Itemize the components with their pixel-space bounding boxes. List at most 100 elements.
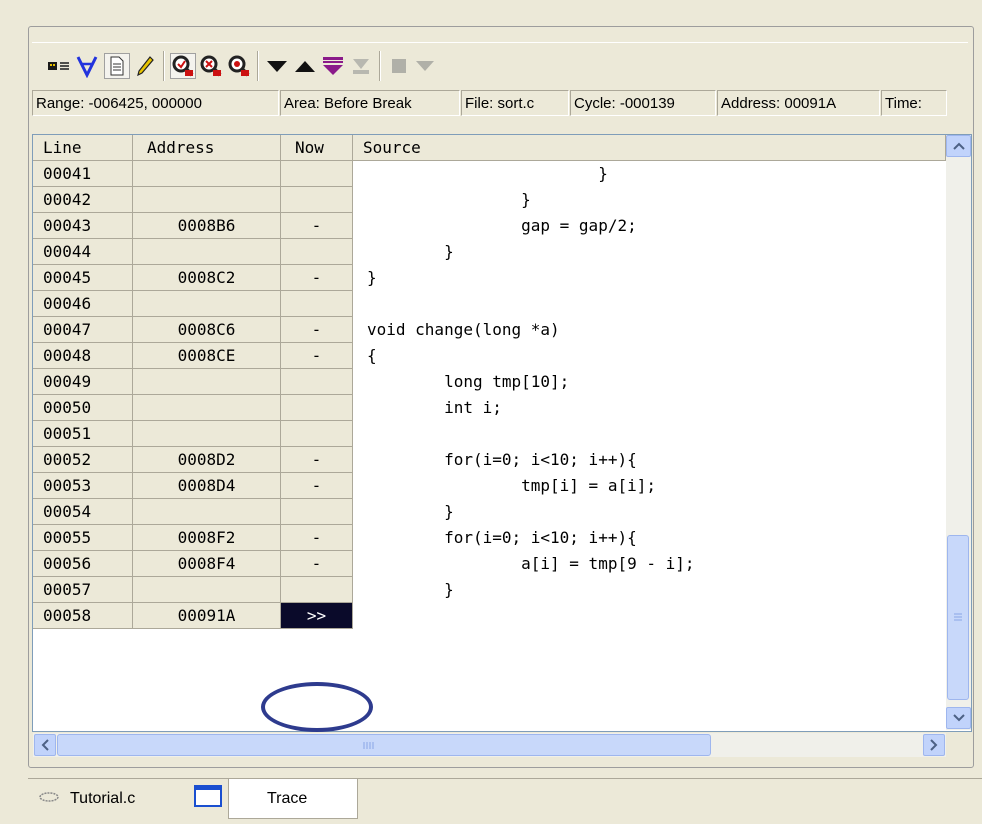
line-cell: 00053 [33, 473, 133, 499]
status-file: File: sort.c [461, 90, 569, 116]
trace-settings-icon[interactable] [46, 53, 72, 79]
trace-grid: Line Address Now Source 00041 } 00042 } 00… [32, 134, 972, 732]
stop-trace-icon[interactable] [198, 53, 224, 79]
scroll-right-button[interactable] [923, 734, 945, 756]
horizontal-scrollbar[interactable] [33, 733, 946, 757]
table-row[interactable]: 00052 0008D2- for(i=0; i<10; i++){ [33, 447, 946, 473]
table-row[interactable]: 00049 long tmp[10]; [33, 369, 946, 395]
step-down-to-end-icon[interactable] [320, 53, 346, 79]
vertical-scrollbar[interactable] [946, 135, 971, 730]
column-header-line[interactable]: Line [33, 135, 133, 161]
table-row[interactable]: 00056 0008F4- a[i] = tmp[9 - i]; [33, 551, 946, 577]
now-cell: - [281, 525, 353, 551]
table-row[interactable]: 00057 } [33, 577, 946, 603]
source-cell: void change(long *a) [353, 317, 946, 343]
table-row[interactable]: 00050 int i; [33, 395, 946, 421]
address-cell: 0008B6 [133, 213, 281, 239]
address-cell [133, 577, 281, 603]
horizontal-scroll-thumb[interactable] [57, 734, 711, 756]
now-cell [281, 499, 353, 525]
table-row[interactable]: 00044 } [33, 239, 946, 265]
now-cell: - [281, 265, 353, 291]
now-cell [281, 239, 353, 265]
table-row[interactable]: 00046 [33, 291, 946, 317]
table-row[interactable]: 00054 } [33, 499, 946, 525]
column-header-source[interactable]: Source [353, 135, 946, 161]
source-cell: } [353, 499, 946, 525]
table-row[interactable]: 00058 00091A >> [33, 603, 946, 629]
scroll-up-button[interactable] [946, 135, 971, 157]
now-cell [281, 291, 353, 317]
dropdown-icon[interactable] [412, 53, 438, 79]
status-range: Range: -006425, 000000 [32, 90, 279, 116]
address-cell [133, 161, 281, 187]
status-cycle: Cycle: -000139 [570, 90, 716, 116]
edit-pencil-icon[interactable] [132, 53, 158, 79]
scroll-left-button[interactable] [34, 734, 56, 756]
now-cell: >> [281, 603, 353, 629]
address-cell: 0008C6 [133, 317, 281, 343]
source-cell [353, 421, 946, 447]
table-row[interactable]: 00041 } [33, 161, 946, 187]
address-cell [133, 369, 281, 395]
status-address: Address: 00091A [717, 90, 880, 116]
document-tabs: Tutorial.c Trace [28, 778, 982, 824]
address-cell: 0008CE [133, 343, 281, 369]
source-cell: for(i=0; i<10; i++){ [353, 525, 946, 551]
source-cell: { [353, 343, 946, 369]
line-cell: 00043 [33, 213, 133, 239]
line-cell: 00047 [33, 317, 133, 343]
acquire-trace-icon[interactable] [170, 53, 196, 79]
scroll-down-button[interactable] [946, 707, 971, 729]
address-cell [133, 291, 281, 317]
source-cell: } [353, 577, 946, 603]
step-up-icon[interactable] [292, 53, 318, 79]
address-cell: 00091A [133, 603, 281, 629]
column-header-now[interactable]: Now [281, 135, 353, 161]
document-icon[interactable] [104, 53, 130, 79]
line-cell: 00048 [33, 343, 133, 369]
address-cell: 0008D2 [133, 447, 281, 473]
filter-icon[interactable] [74, 53, 100, 79]
step-down-icon[interactable] [264, 53, 290, 79]
source-cell: int i; [353, 395, 946, 421]
now-cell [281, 577, 353, 603]
now-cell: - [281, 343, 353, 369]
source-cell [353, 291, 946, 317]
line-cell: 00042 [33, 187, 133, 213]
table-row[interactable]: 00042 } [33, 187, 946, 213]
column-header-address[interactable]: Address [133, 135, 281, 161]
now-cell: - [281, 551, 353, 577]
table-row[interactable]: 00055 0008F2- for(i=0; i<10; i++){ [33, 525, 946, 551]
restart-trace-icon[interactable] [226, 53, 252, 79]
status-time: Time: [881, 90, 947, 116]
table-row[interactable]: 00043 0008B6- gap = gap/2; [33, 213, 946, 239]
source-cell: } [353, 239, 946, 265]
table-row[interactable]: 00053 0008D4- tmp[i] = a[i]; [33, 473, 946, 499]
status-area: Area: Before Break [280, 90, 460, 116]
stop-icon[interactable] [386, 53, 412, 79]
now-cell: - [281, 213, 353, 239]
tab-trace[interactable]: Trace [228, 779, 358, 819]
now-cell [281, 421, 353, 447]
table-row[interactable]: 00051 [33, 421, 946, 447]
tab-label: Trace [267, 789, 308, 807]
line-cell: 00056 [33, 551, 133, 577]
toolbar [32, 42, 968, 87]
step-up-to-start-icon[interactable] [348, 53, 374, 79]
now-cell: - [281, 473, 353, 499]
line-cell: 00041 [33, 161, 133, 187]
trace-status-bar: Range: -006425, 000000 Area: Before Brea… [32, 90, 947, 118]
source-cell [353, 603, 946, 629]
window-icon [194, 785, 222, 811]
table-row[interactable]: 00047 0008C6- void change(long *a) [33, 317, 946, 343]
now-cell [281, 187, 353, 213]
now-cell [281, 395, 353, 421]
table-row[interactable]: 00045 0008C2-} [33, 265, 946, 291]
vertical-scroll-thumb[interactable] [947, 535, 969, 700]
address-cell [133, 395, 281, 421]
tab-tutorial-c[interactable]: Tutorial.c [32, 779, 192, 819]
now-cell: - [281, 447, 353, 473]
table-row[interactable]: 00048 0008CE -{ [33, 343, 946, 369]
line-cell: 00049 [33, 369, 133, 395]
